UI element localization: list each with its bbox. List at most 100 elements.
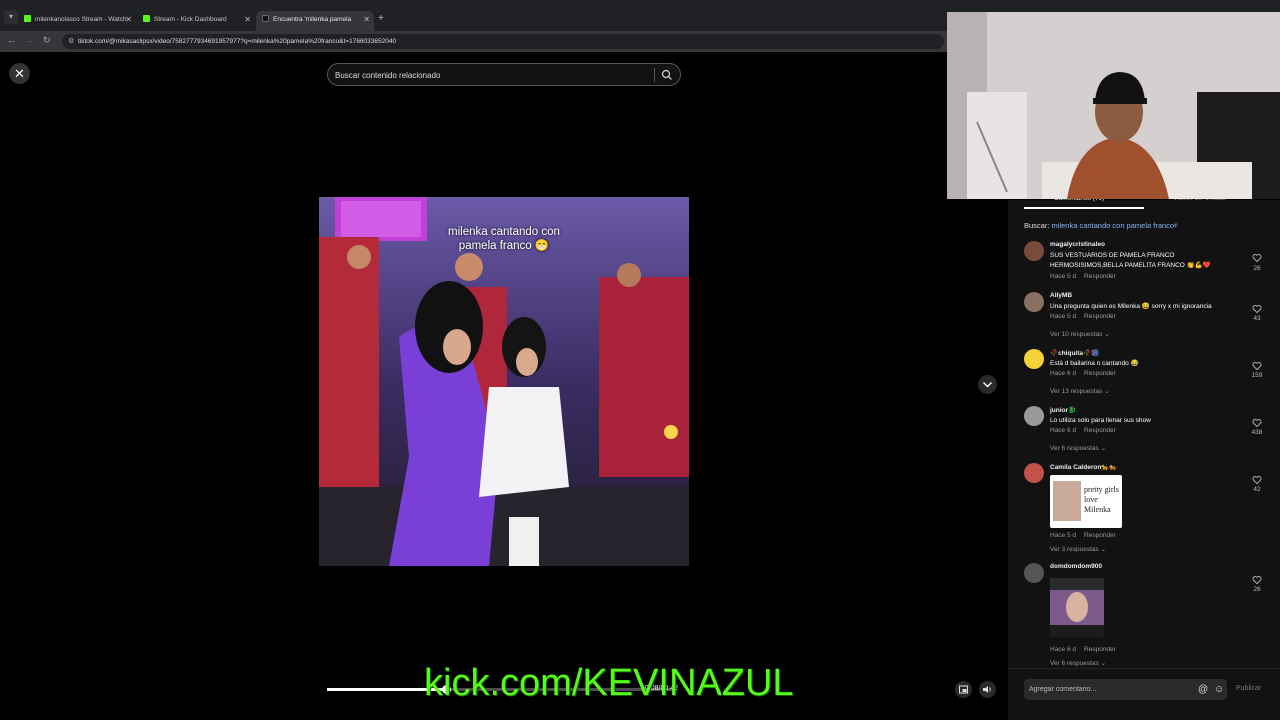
sticker-photo [1053, 481, 1081, 521]
active-tab-indicator [1024, 207, 1144, 209]
new-tab-icon[interactable]: + [378, 13, 384, 24]
address-bar: ← → ↻ ⚙ tiktok.com/@mikasaclipsx/video/7… [0, 31, 948, 52]
tiktok-favicon-icon [262, 15, 269, 22]
image-header [1050, 578, 1104, 590]
heart-icon[interactable] [1252, 475, 1262, 485]
tab-close-icon[interactable]: ✕ [125, 11, 132, 29]
comment-username[interactable]: AllyMB [1050, 292, 1072, 299]
heart-icon[interactable] [1252, 575, 1262, 585]
view-replies-link[interactable]: Ver 13 respuestas ⌄ [1050, 387, 1110, 395]
webcam-image [947, 12, 1280, 199]
search-divider [654, 68, 655, 82]
heart-icon[interactable] [1252, 304, 1262, 314]
view-replies-label: Ver 13 respuestas [1050, 388, 1103, 395]
avatar[interactable] [1024, 241, 1044, 261]
url-field[interactable]: ⚙ tiktok.com/@mikasaclipsx/video/7582777… [62, 34, 944, 49]
reload-icon[interactable]: ↻ [43, 35, 51, 46]
tab-title: milenkanolasco Stream - Watch [35, 16, 127, 23]
chevron-down-icon: ⌄ [1100, 660, 1107, 667]
avatar[interactable] [1024, 406, 1044, 426]
reply-button[interactable]: Responder [1084, 427, 1116, 434]
tab-tiktok-active[interactable]: Encuentra 'milenka pamela ✕ [256, 11, 374, 31]
tab-title: Encuentra 'milenka pamela [273, 16, 352, 23]
comment-username[interactable]: domdomdom900 [1050, 563, 1102, 570]
like-count: 43 [1253, 315, 1261, 322]
speaker-icon [983, 686, 991, 693]
comment-username[interactable]: Camila Calderon🐆🐅 [1050, 463, 1117, 471]
comment-time: Hace 5 d [1050, 313, 1077, 320]
screen: ▾ milenkanolasco Stream - Watch ✕ Stream… [0, 0, 1280, 720]
stream-overlay-text: kick.com/KEVINAZUL [424, 662, 794, 704]
reply-button[interactable]: Responder [1084, 646, 1116, 653]
comment-sticker-image[interactable]: pretty girls love Milenka [1050, 475, 1122, 528]
search-reference: Buscar: milenka cantando con pamela fran… [1024, 221, 1177, 230]
search-query-link[interactable]: milenka cantando con pamela franco [1052, 221, 1175, 230]
comment-time: Hace 5 d [1050, 273, 1077, 280]
like-count: 159 [1251, 372, 1263, 379]
add-comment-box[interactable]: @ ☺ [1024, 679, 1227, 700]
view-replies-label: Ver 6 respuestas [1050, 660, 1099, 667]
comment-text: Una pregunta quien es Milenka 😅 sorry x … [1050, 303, 1212, 310]
add-comment-input[interactable] [1029, 683, 1189, 696]
like-count: 26 [1253, 265, 1261, 272]
comments-panel [1008, 200, 1280, 720]
back-arrow-icon[interactable]: ← [7, 35, 16, 45]
chevron-down-icon: ⌄ [1100, 445, 1107, 452]
avatar[interactable] [1024, 349, 1044, 369]
avatar[interactable] [1024, 292, 1044, 312]
reply-button[interactable]: Responder [1084, 313, 1116, 320]
reply-button[interactable]: Responder [1084, 370, 1116, 377]
tab-kick-stream[interactable]: milenkanolasco Stream - Watch ✕ [18, 11, 136, 31]
chevron-down-icon: ⌄ [1100, 546, 1107, 553]
pip-button[interactable] [955, 681, 972, 698]
avatar[interactable] [1024, 563, 1044, 583]
emoji-icon[interactable]: ☺ [1214, 684, 1224, 695]
comment-username[interactable]: junior🐉 [1050, 406, 1076, 414]
tab-close-icon[interactable]: ✕ [363, 11, 370, 29]
search-icon[interactable] [661, 69, 673, 81]
tab-search-icon[interactable]: ▾ [4, 10, 18, 24]
site-info-icon[interactable]: ⚙ [68, 34, 74, 49]
view-replies-link[interactable]: Ver 6 respuestas ⌄ [1050, 444, 1106, 452]
comment-text: Está d bailarina n cantando 😂 [1050, 360, 1139, 367]
kick-favicon-icon [24, 15, 31, 22]
comment-time: Hace 6 d [1050, 370, 1077, 377]
picture-in-picture-icon [959, 685, 968, 694]
add-comment-bar: @ ☺ Publicar [1008, 668, 1280, 720]
search-prefix: Buscar: [1024, 221, 1050, 230]
video-caption: milenka cantando con pamela franco 😁 [448, 226, 560, 252]
comment-username[interactable]: magalycristinaleo [1050, 241, 1105, 248]
video-player[interactable]: milenka cantando con pamela franco 😁 [319, 197, 689, 566]
like-count: 438 [1251, 429, 1263, 436]
url-text: tiktok.com/@mikasaclipsx/video/758277793… [78, 38, 397, 45]
view-replies-link[interactable]: Ver 3 respuestas ⌄ [1050, 545, 1106, 553]
reply-button[interactable]: Responder [1084, 273, 1116, 280]
comment-image[interactable] [1050, 578, 1104, 637]
chevron-down-icon: ⌄ [1104, 388, 1110, 395]
view-replies-link[interactable]: Ver 6 respuestas ⌄ [1050, 659, 1106, 667]
comment-time: Hace 5 d [1050, 532, 1077, 539]
forward-arrow-icon[interactable]: → [25, 35, 34, 45]
heart-icon[interactable] [1252, 418, 1262, 428]
avatar[interactable] [1024, 463, 1044, 483]
comment-meta: Hace 5 d Responder [1050, 313, 1116, 320]
comment-meta: Hace 5 d Responder [1050, 532, 1116, 539]
related-search-box[interactable] [327, 63, 681, 86]
tab-close-icon[interactable]: ✕ [244, 11, 251, 29]
image-face [1066, 592, 1088, 622]
close-viewer-button[interactable]: ✕ [9, 63, 30, 84]
next-video-button[interactable] [978, 375, 997, 394]
comment-username[interactable]: 🥀chiquita🥀🎆 [1050, 349, 1099, 357]
mention-icon[interactable]: @ [1198, 684, 1208, 695]
heart-icon[interactable] [1252, 253, 1262, 263]
volume-button[interactable] [979, 681, 996, 698]
reply-button[interactable]: Responder [1084, 532, 1116, 539]
view-replies-label: Ver 6 respuestas [1050, 445, 1099, 452]
tab-kick-dashboard[interactable]: Stream - Kick Dashboard ✕ [137, 11, 255, 31]
related-search-input[interactable] [335, 68, 650, 82]
heart-icon[interactable] [1252, 361, 1262, 371]
view-replies-label: Ver 10 respuestas [1050, 331, 1103, 338]
publish-button[interactable]: Publicar [1236, 685, 1261, 692]
comment-text: Lo utiliza solo para llenar sus show [1050, 417, 1151, 424]
view-replies-link[interactable]: Ver 10 respuestas ⌄ [1050, 330, 1110, 338]
